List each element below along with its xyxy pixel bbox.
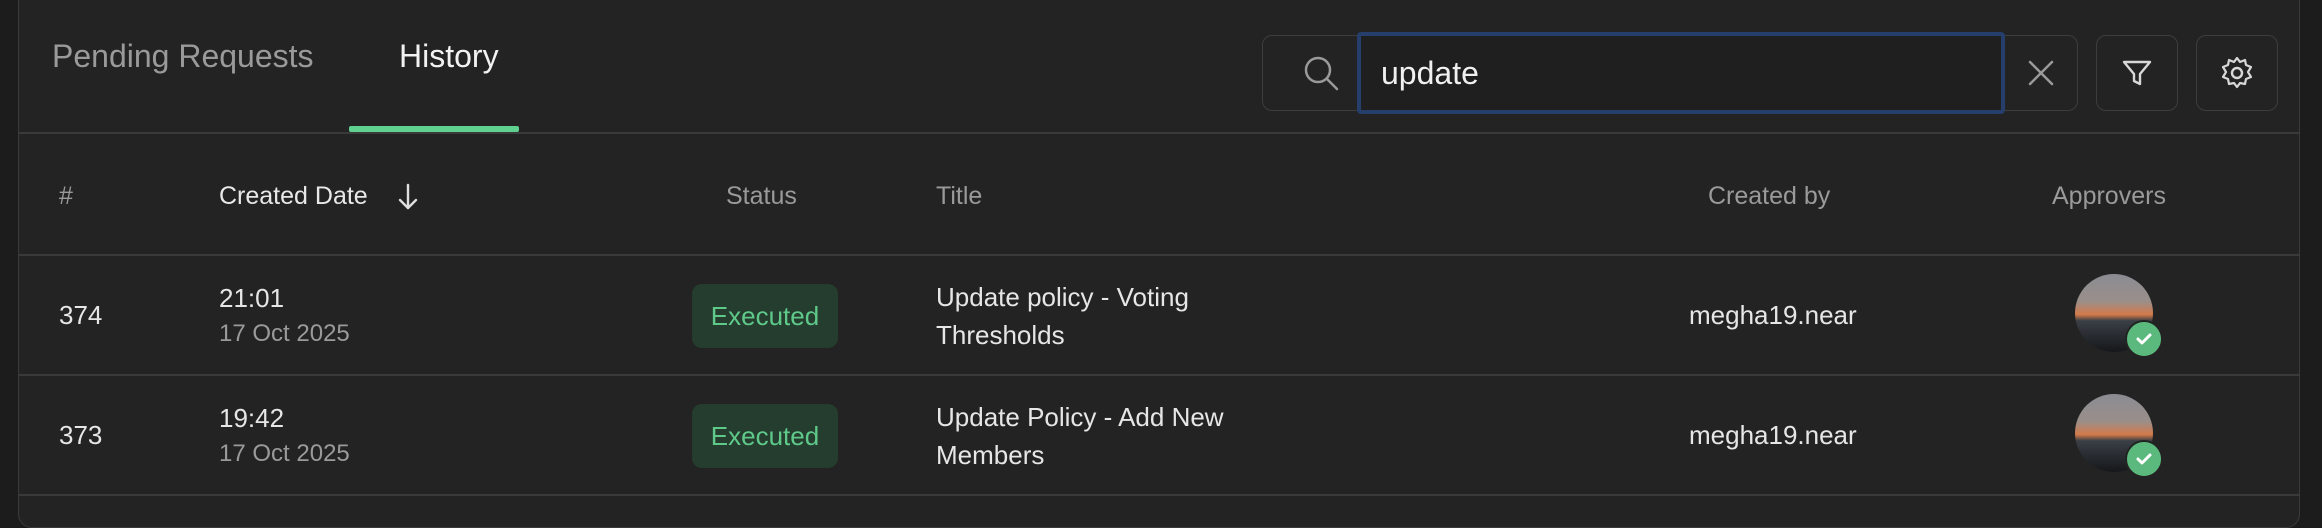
column-header-id: # bbox=[59, 182, 73, 210]
table-row[interactable]: 373 19:42 17 Oct 2025 Executed Update Po… bbox=[18, 376, 2300, 496]
request-title-line1: Update policy - Voting bbox=[936, 282, 1189, 312]
column-header-created-by: Created by bbox=[1708, 182, 1831, 210]
created-time: 19:42 bbox=[219, 403, 285, 433]
search-input[interactable] bbox=[1357, 32, 2005, 114]
table-row[interactable]: 374 21:01 17 Oct 2025 Executed Update po… bbox=[18, 256, 2300, 376]
status-badge: Executed bbox=[692, 404, 838, 468]
approver-avatar bbox=[2075, 394, 2163, 478]
search-icon bbox=[1302, 54, 1340, 92]
checkmark-icon bbox=[2125, 440, 2163, 478]
created-time: 21:01 bbox=[219, 283, 285, 313]
created-by: megha19.near bbox=[1689, 420, 1857, 450]
table-header: # Created Date Status Title Created by A… bbox=[18, 134, 2300, 256]
arrow-down-icon[interactable] bbox=[394, 182, 422, 212]
gear-icon bbox=[2219, 55, 2255, 91]
column-header-created-date[interactable]: Created Date bbox=[219, 182, 368, 211]
tab-pending-requests[interactable]: Pending Requests bbox=[52, 38, 314, 75]
created-date: 17 Oct 2025 bbox=[219, 440, 350, 467]
column-header-status: Status bbox=[726, 182, 797, 210]
request-id: 373 bbox=[59, 420, 103, 450]
column-header-title: Title bbox=[936, 182, 983, 210]
request-id: 374 bbox=[59, 300, 103, 330]
active-tab-indicator bbox=[349, 126, 519, 132]
request-title-line1: Update Policy - Add New bbox=[936, 402, 1224, 432]
approver-avatar bbox=[2075, 274, 2163, 358]
settings-button[interactable] bbox=[2196, 35, 2278, 111]
request-title-line2: Members bbox=[936, 440, 1045, 470]
created-date: 17 Oct 2025 bbox=[219, 320, 350, 347]
tab-history[interactable]: History bbox=[399, 38, 499, 75]
checkmark-icon bbox=[2125, 320, 2163, 358]
status-badge: Executed bbox=[692, 284, 838, 348]
filter-icon bbox=[2120, 56, 2154, 90]
filter-button[interactable] bbox=[2096, 35, 2178, 111]
close-icon[interactable] bbox=[2023, 55, 2059, 91]
request-title-line2: Thresholds bbox=[936, 320, 1065, 350]
column-header-approvers: Approvers bbox=[2052, 182, 2166, 210]
created-by: megha19.near bbox=[1689, 300, 1857, 330]
